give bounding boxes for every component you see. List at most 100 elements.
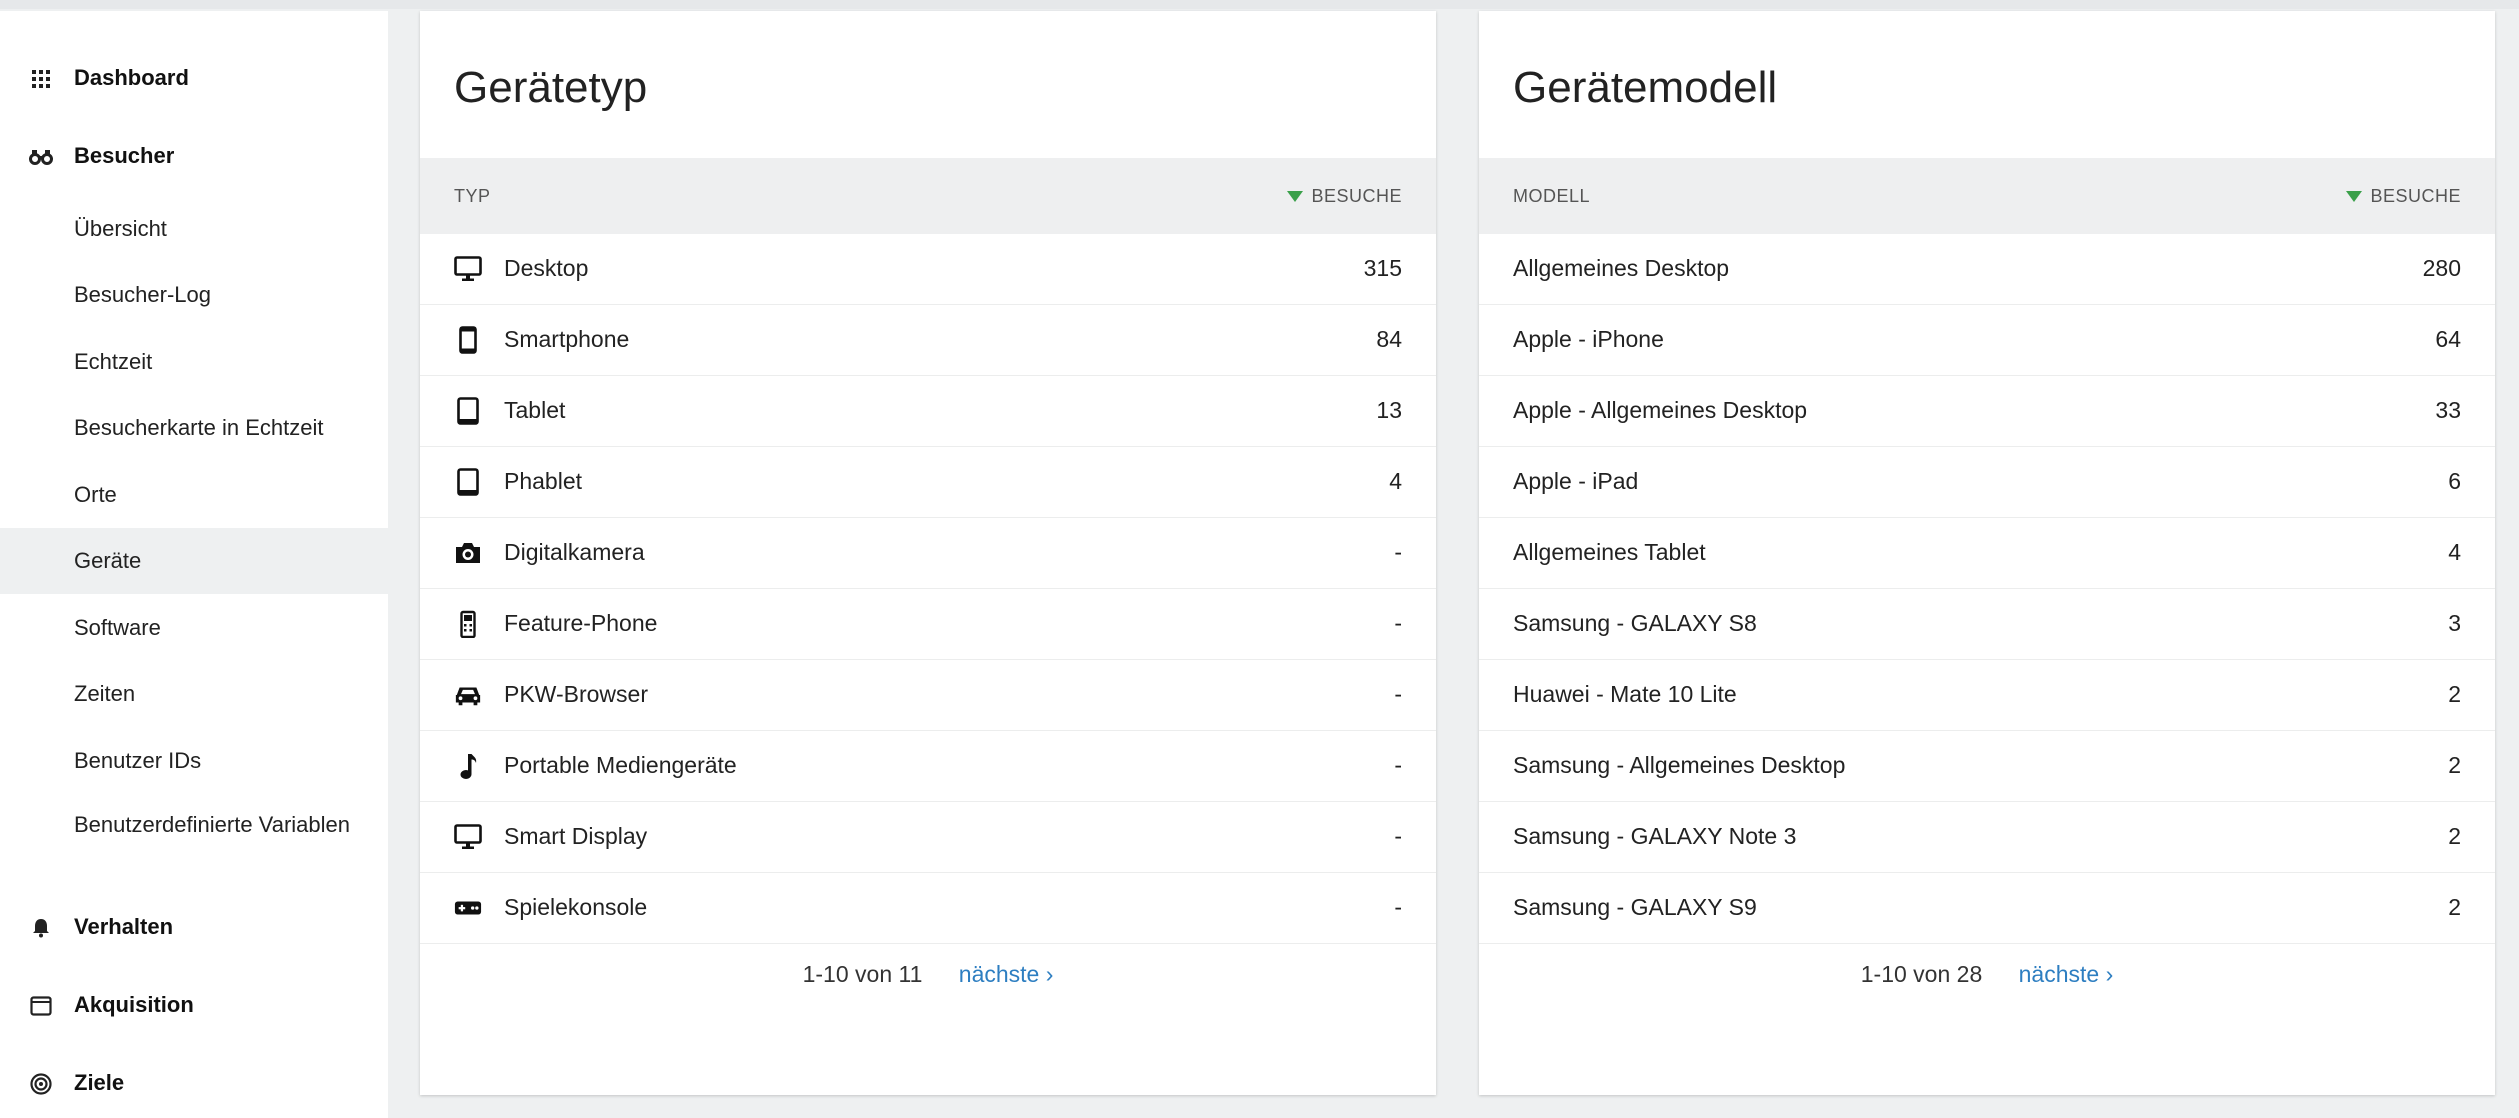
table-row[interactable]: PKW-Browser - (420, 660, 1436, 731)
row-label: Phablet (504, 468, 583, 494)
row-value: 84 (1376, 326, 1402, 352)
nav-sub-benutzer-ids[interactable]: Benutzer IDs (0, 728, 388, 794)
music-note-icon (454, 752, 482, 780)
target-icon (28, 1071, 54, 1097)
column-header-typ[interactable]: TYP (454, 186, 491, 207)
row-label: Tablet (504, 397, 566, 423)
row-label: Portable Mediengeräte (504, 752, 737, 778)
nav-ziele[interactable]: Ziele (0, 1059, 388, 1107)
table-row[interactable]: Smart Display - (420, 802, 1436, 873)
device-type-panel: Gerätetyp TYP BESUCHE Desktop 315 Smartp… (420, 11, 1436, 1095)
nav-sub-echtzeit[interactable]: Echtzeit (0, 329, 388, 395)
row-value: 2 (2448, 752, 2461, 778)
next-page-link[interactable]: nächste › (959, 961, 1054, 987)
column-header-besuche-label: BESUCHE (2370, 186, 2461, 206)
nav-sub-besucherkarte[interactable]: Besucherkarte in Echtzeit (0, 395, 388, 461)
car-icon (454, 681, 482, 709)
table-row[interactable]: Allgemeines Tablet 4 (1479, 518, 2495, 589)
nav-besucher[interactable]: Besucher (0, 132, 388, 180)
row-label: Desktop (504, 255, 589, 281)
pagination: 1-10 von 28 nächste › (1479, 961, 2495, 988)
column-header-besuche[interactable]: BESUCHE (1287, 186, 1402, 207)
table-row[interactable]: Tablet 13 (420, 376, 1436, 447)
nav-sub-software[interactable]: Software (0, 595, 388, 661)
column-header-besuche[interactable]: BESUCHE (2346, 186, 2461, 207)
nav-sub-besucher-log[interactable]: Besucher-Log (0, 262, 388, 328)
nav-sub-label: Übersicht (74, 216, 167, 241)
nav-sub-benutzerdefinierte-variablen[interactable]: Benutzerdefinierte Variablen (0, 799, 388, 879)
row-label: Smart Display (504, 823, 648, 849)
table-row[interactable]: Desktop 315 (420, 234, 1436, 305)
row-value: 315 (1363, 255, 1402, 281)
nav-sub-label: Benutzer IDs (74, 748, 202, 773)
column-header-modell[interactable]: MODELL (1513, 186, 1590, 207)
device-model-table: Allgemeines Desktop 280 Apple - iPhone 6… (1479, 234, 2495, 944)
table-row[interactable]: Feature-Phone - (420, 589, 1436, 660)
nav-akquisition-label: Akquisition (74, 992, 194, 1017)
table-row[interactable]: Samsung - GALAXY S9 2 (1479, 873, 2495, 944)
row-value: - (1394, 752, 1402, 778)
table-row[interactable]: Huawei - Mate 10 Lite 2 (1479, 660, 2495, 731)
table-row[interactable]: Phablet 4 (420, 447, 1436, 518)
row-value: 4 (1389, 468, 1402, 494)
table-row[interactable]: Portable Mediengeräte - (420, 731, 1436, 802)
nav-sub-label: Software (74, 615, 161, 640)
table-row[interactable]: Samsung - GALAXY S8 3 (1479, 589, 2495, 660)
table-row[interactable]: Allgemeines Desktop 280 (1479, 234, 2495, 305)
nav-sub-zeiten[interactable]: Zeiten (0, 661, 388, 727)
row-label: Apple - iPad (1513, 468, 1639, 494)
phablet-icon (454, 468, 482, 496)
nav-besucher-label: Besucher (74, 143, 175, 168)
nav-dashboard[interactable]: Dashboard (0, 54, 388, 102)
window-icon (28, 993, 54, 1019)
nav-dashboard-label: Dashboard (74, 65, 189, 90)
row-label: Huawei - Mate 10 Lite (1513, 681, 1737, 707)
row-label: Feature-Phone (504, 610, 658, 636)
row-label: Apple - Allgemeines Desktop (1513, 397, 1808, 423)
tablet-icon (454, 397, 482, 425)
nav-sub-label: Benutzerdefinierte Variablen (74, 812, 350, 837)
nav-sub-geraete[interactable]: Geräte (0, 528, 388, 594)
table-row[interactable]: Spielekonsole - (420, 873, 1436, 944)
table-row[interactable]: Digitalkamera - (420, 518, 1436, 589)
row-value: - (1394, 681, 1402, 707)
row-value: 2 (2448, 894, 2461, 920)
row-value: 2 (2448, 823, 2461, 849)
nav-verhalten[interactable]: Verhalten (0, 903, 388, 951)
nav-sub-label: Geräte (74, 548, 142, 573)
table-row[interactable]: Apple - Allgemeines Desktop 33 (1479, 376, 2495, 447)
feature-phone-icon (454, 610, 482, 638)
row-value: 4 (2448, 539, 2461, 565)
row-value: - (1394, 823, 1402, 849)
row-label: Smartphone (504, 326, 630, 352)
nav-akquisition[interactable]: Akquisition (0, 981, 388, 1029)
nav-sub-orte[interactable]: Orte (0, 462, 388, 528)
row-label: Apple - iPhone (1513, 326, 1664, 352)
nav-sub-label: Besucher-Log (74, 282, 211, 307)
nav-sub-uebersicht[interactable]: Übersicht (0, 196, 388, 262)
row-value: 2 (2448, 681, 2461, 707)
nav-sub-label: Orte (74, 482, 117, 507)
table-row[interactable]: Samsung - GALAXY Note 3 2 (1479, 802, 2495, 873)
table-row[interactable]: Apple - iPad 6 (1479, 447, 2495, 518)
row-label: Digitalkamera (504, 539, 645, 565)
row-label: PKW-Browser (504, 681, 648, 707)
row-label: Samsung - GALAXY S8 (1513, 610, 1757, 636)
table-row[interactable]: Apple - iPhone 64 (1479, 305, 2495, 376)
row-label: Samsung - GALAXY Note 3 (1513, 823, 1797, 849)
table-row[interactable]: Smartphone 84 (420, 305, 1436, 376)
camera-icon (454, 539, 482, 567)
grid-icon (28, 66, 54, 92)
next-page-link[interactable]: nächste › (2019, 961, 2114, 987)
nav-sub-label: Zeiten (74, 681, 136, 706)
panel-title: Gerätemodell (1513, 63, 1778, 112)
sidebar: Dashboard Besucher Übersicht Besucher-Lo… (0, 11, 388, 1118)
row-value: 3 (2448, 610, 2461, 636)
row-label: Spielekonsole (504, 894, 648, 920)
table-row[interactable]: Samsung - Allgemeines Desktop 2 (1479, 731, 2495, 802)
nav-verhalten-label: Verhalten (74, 914, 174, 939)
row-value: 280 (2422, 255, 2461, 281)
device-model-panel: Gerätemodell MODELL BESUCHE Allgemeines … (1479, 11, 2495, 1095)
table-header: MODELL BESUCHE (1479, 158, 2495, 234)
row-label: Allgemeines Tablet (1513, 539, 1706, 565)
